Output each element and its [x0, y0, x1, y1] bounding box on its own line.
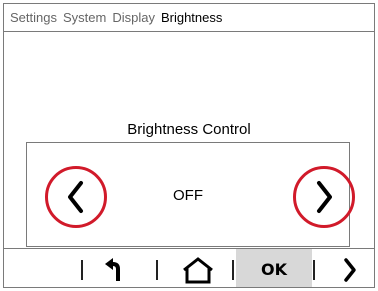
next-button[interactable]	[332, 249, 368, 287]
brightness-control-box: OFF	[26, 142, 355, 247]
home-icon	[183, 256, 213, 283]
divider	[156, 260, 158, 280]
back-arrow-icon	[105, 257, 120, 281]
chevron-right-icon	[344, 257, 356, 282]
breadcrumb-system[interactable]: System	[63, 10, 106, 25]
bottom-nav-bar: OK	[4, 248, 374, 287]
chevron-left-icon	[68, 181, 83, 213]
breadcrumb-settings[interactable]: Settings	[10, 10, 57, 25]
divider	[232, 260, 234, 280]
chevron-right-icon	[317, 181, 332, 213]
decrease-button[interactable]	[45, 166, 107, 228]
divider	[81, 260, 83, 280]
breadcrumb: Settings System Display Brightness	[4, 4, 374, 32]
page-title: Brightness Control	[127, 121, 251, 138]
breadcrumb-display[interactable]: Display	[112, 10, 155, 25]
breadcrumb-brightness: Brightness	[160, 10, 223, 25]
back-button[interactable]	[96, 249, 136, 287]
divider	[313, 260, 315, 280]
device-screen: Settings System Display Brightness Brigh…	[3, 3, 375, 288]
home-button[interactable]	[168, 249, 228, 287]
ok-button[interactable]: OK	[236, 249, 312, 287]
increase-button[interactable]	[293, 166, 355, 228]
